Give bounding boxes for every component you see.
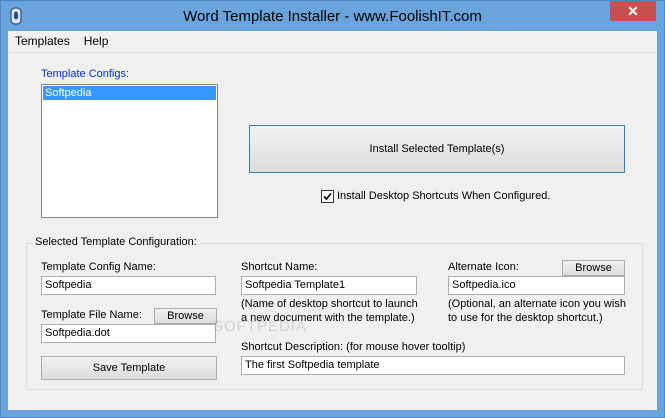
shortcut-name-label: Shortcut Name: [241, 261, 318, 273]
menu-bar: Templates Help [8, 31, 657, 53]
watermark: SOFTPEDIA [213, 318, 308, 335]
alt-icon-field[interactable]: Softpedia.ico [448, 276, 625, 295]
file-browse-button[interactable]: Browse [154, 308, 217, 324]
client-area: Template Configs: Softpedia Install Sele… [8, 53, 657, 410]
config-name-field[interactable]: Softpedia [41, 276, 216, 295]
shortcut-desc-label: Shortcut Description: (for mouse hover t… [241, 341, 466, 353]
main-window: Word Template Installer - www.FoolishIT.… [0, 0, 665, 418]
close-button[interactable]: ✕ [610, 1, 656, 21]
alt-icon-label: Alternate Icon: [448, 261, 519, 273]
shortcut-name-field[interactable]: Softpedia Template1 [241, 276, 417, 295]
check-icon [323, 192, 332, 201]
save-template-button[interactable]: Save Template [41, 356, 217, 380]
file-name-label: Template File Name: [41, 309, 142, 321]
template-configs-list[interactable]: Softpedia [41, 84, 218, 218]
alt-icon-hint-2: to use for the desktop shortcut.) [448, 312, 603, 324]
group-title: Selected Template Configuration: [32, 236, 200, 248]
install-selected-button[interactable]: Install Selected Template(s) [249, 125, 625, 173]
desktop-shortcuts-label: Install Desktop Shortcuts When Configure… [337, 190, 551, 202]
list-item[interactable]: Softpedia [43, 86, 216, 100]
menu-templates[interactable]: Templates [8, 31, 77, 48]
title-bar[interactable]: Word Template Installer - www.FoolishIT.… [1, 1, 664, 31]
config-name-label: Template Config Name: [41, 261, 156, 273]
alt-icon-browse-button[interactable]: Browse [562, 260, 625, 276]
shortcut-desc-field[interactable]: The first Softpedia template [241, 356, 625, 375]
template-configs-label: Template Configs: [41, 68, 130, 80]
file-name-field[interactable]: Softpedia.dot [41, 324, 216, 343]
alt-icon-hint-1: (Optional, an alternate icon you wish [448, 298, 626, 310]
desktop-shortcuts-checkbox[interactable] [321, 190, 334, 203]
window-title: Word Template Installer - www.FoolishIT.… [183, 8, 482, 25]
menu-help[interactable]: Help [77, 31, 116, 48]
shortcut-name-hint-1: (Name of desktop shortcut to launch [241, 298, 418, 310]
